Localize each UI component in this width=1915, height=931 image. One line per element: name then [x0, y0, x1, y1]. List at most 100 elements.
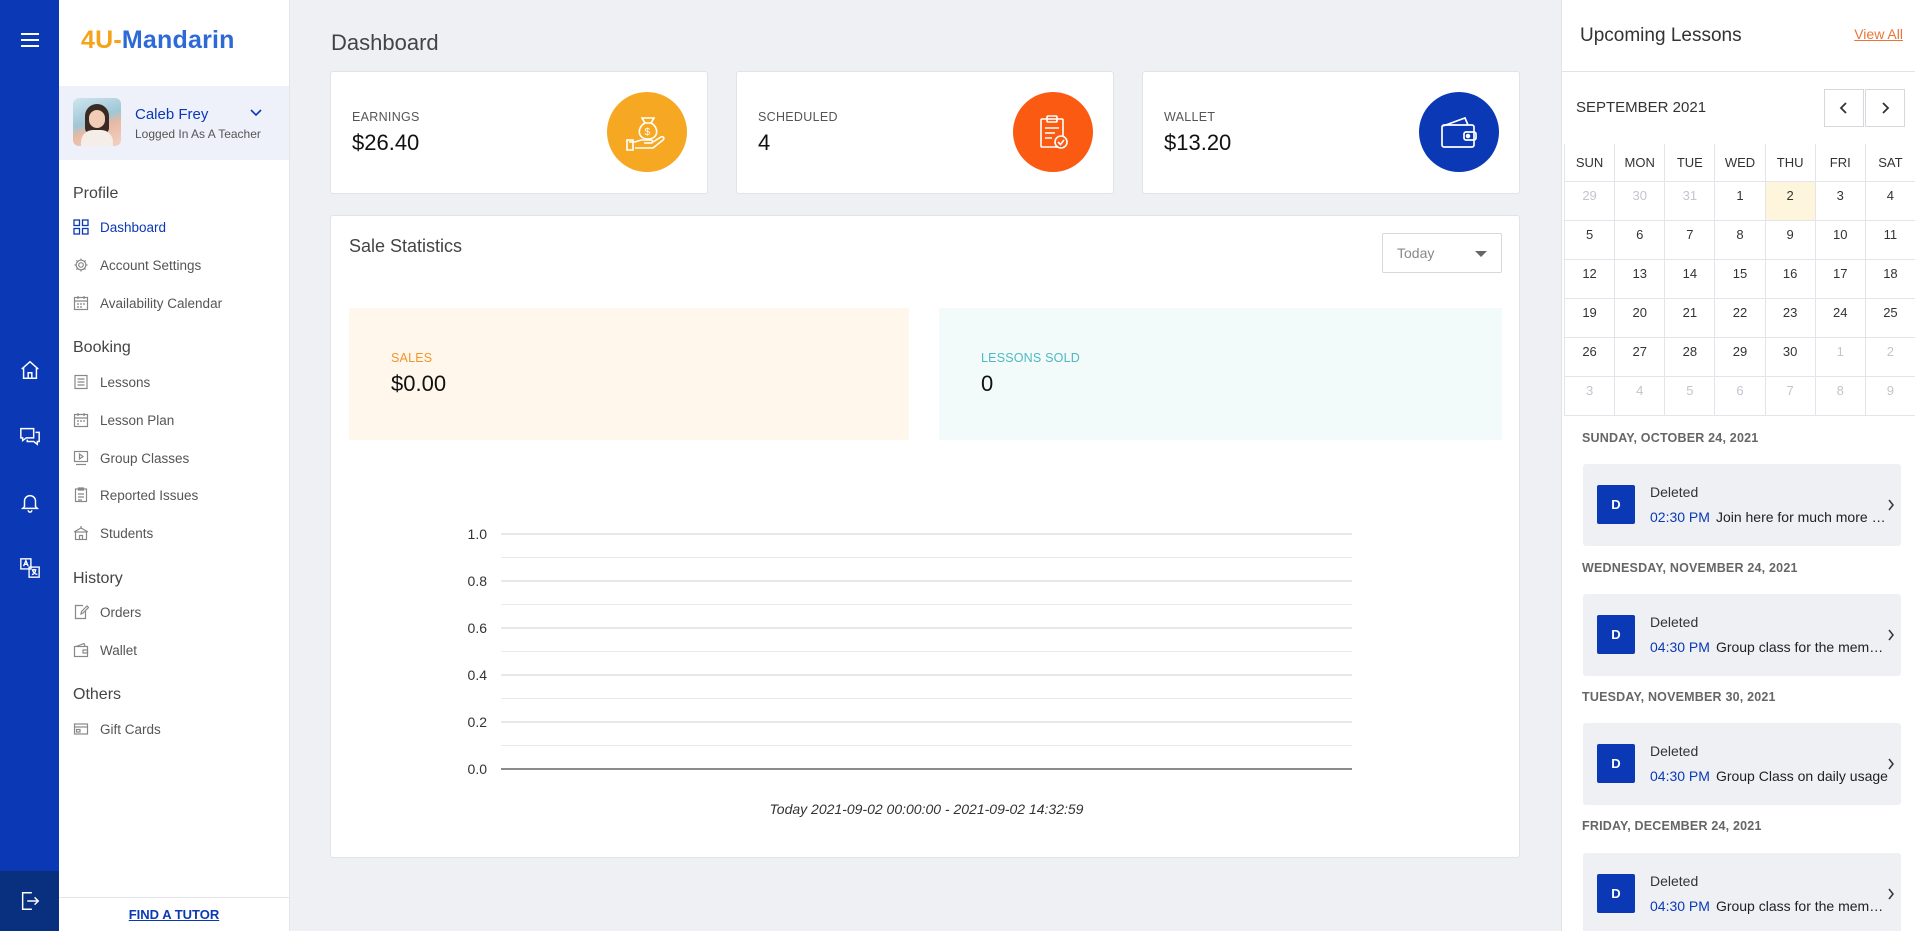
- sidebar-item-label: Wallet: [100, 642, 138, 658]
- chevron-down-icon[interactable]: [249, 108, 263, 118]
- section-others: Others: [73, 686, 122, 703]
- school-icon: [73, 526, 89, 541]
- bell-icon[interactable]: [0, 480, 59, 524]
- user-profile[interactable]: Caleb Frey Logged In As A Teacher: [59, 86, 289, 160]
- y-tick-label: 0.2: [468, 714, 488, 730]
- sidebar-item-lessons[interactable]: Lessons: [73, 374, 150, 390]
- calendar-day[interactable]: 1: [1714, 180, 1766, 221]
- app-logo[interactable]: 4U-Mandarin: [81, 26, 235, 55]
- lesson-time: 04:30 PM: [1650, 898, 1710, 914]
- menu-icon[interactable]: [0, 18, 59, 62]
- calendar-day[interactable]: 11: [1864, 219, 1915, 260]
- icon-rail: [0, 0, 59, 931]
- calendar-day[interactable]: 7: [1764, 375, 1816, 416]
- logout-icon: [21, 892, 39, 910]
- calendar-day[interactable]: 12: [1563, 258, 1616, 299]
- sidebar-item-group-classes[interactable]: Group Classes: [73, 450, 189, 466]
- sidebar-item-account-settings[interactable]: Account Settings: [73, 257, 201, 273]
- sidebar-item-availability-calendar[interactable]: Availability Calendar: [73, 295, 222, 311]
- home-icon[interactable]: [0, 348, 59, 392]
- sidebar-item-dashboard[interactable]: Dashboard: [73, 219, 166, 235]
- calendar-day[interactable]: 6: [1714, 375, 1766, 416]
- calendar-month: SEPTEMBER 2021: [1576, 99, 1707, 116]
- calendar-day[interactable]: 26: [1563, 336, 1616, 377]
- sidebar-item-label: Gift Cards: [100, 721, 161, 737]
- calendar-day[interactable]: 30: [1614, 180, 1666, 221]
- lesson-item[interactable]: D Deleted 02:30 PM Join here for much mor…: [1583, 464, 1901, 546]
- calendar-day[interactable]: 5: [1664, 375, 1716, 416]
- calendar-day[interactable]: 13: [1614, 258, 1666, 299]
- lesson-status: Deleted: [1650, 743, 1699, 759]
- calendar-day[interactable]: 1: [1814, 336, 1866, 377]
- calendar-day[interactable]: 18: [1864, 258, 1915, 299]
- scheduled-value: 4: [758, 130, 771, 155]
- calendar-day[interactable]: 25: [1864, 297, 1915, 338]
- weekday-header: TUE: [1664, 144, 1716, 182]
- calendar-day[interactable]: 16: [1764, 258, 1816, 299]
- calendar-day[interactable]: 3: [1563, 375, 1616, 416]
- sidebar-item-wallet[interactable]: Wallet: [73, 642, 137, 658]
- sidebar-item-label: Lessons: [100, 374, 151, 390]
- y-tick-label: 0.4: [468, 667, 488, 683]
- calendar-day[interactable]: 9: [1864, 375, 1915, 416]
- sidebar-item-label: Orders: [100, 604, 142, 620]
- svg-text:$: $: [645, 127, 651, 138]
- lesson-name: Group class for the members: [1715, 639, 1888, 655]
- next-month-button[interactable]: [1865, 89, 1905, 127]
- calendar-day[interactable]: 3: [1814, 180, 1866, 221]
- calendar-day[interactable]: 29: [1563, 180, 1616, 221]
- find-a-tutor-link[interactable]: FIND A TUTOR: [59, 897, 289, 931]
- lesson-item[interactable]: D Deleted 04:30 PM Group class for the me…: [1583, 594, 1901, 676]
- sidebar-item-label: Students: [100, 525, 154, 541]
- calendar-day[interactable]: 6: [1614, 219, 1666, 260]
- view-all-link[interactable]: View All: [1854, 26, 1903, 42]
- sidebar-item-orders[interactable]: Orders: [73, 604, 141, 620]
- calendar-day[interactable]: 22: [1714, 297, 1766, 338]
- calendar-day[interactable]: 8: [1814, 375, 1866, 416]
- calendar-day[interactable]: 20: [1614, 297, 1666, 338]
- calendar-day[interactable]: 21: [1664, 297, 1716, 338]
- calendar-day[interactable]: 8: [1714, 219, 1766, 260]
- calendar-day[interactable]: 17: [1814, 258, 1866, 299]
- calendar-day[interactable]: 9: [1764, 219, 1816, 260]
- sidebar-item-reported-issues[interactable]: Reported Issues: [73, 487, 198, 503]
- calendar-day[interactable]: 5: [1563, 219, 1616, 260]
- calendar-day[interactable]: 30: [1764, 336, 1816, 377]
- lesson-item[interactable]: D Deleted 04:30 PM Group class for the me…: [1583, 853, 1901, 931]
- calendar-day[interactable]: 2: [1764, 180, 1816, 221]
- prev-month-button[interactable]: [1824, 89, 1864, 127]
- sidebar-item-label: Dashboard: [100, 219, 167, 235]
- calendar-icon: [73, 296, 89, 311]
- calendar-day[interactable]: 19: [1563, 297, 1616, 338]
- sidebar-item-gift-cards[interactable]: Gift Cards: [73, 721, 161, 737]
- calendar-day[interactable]: 4: [1614, 375, 1666, 416]
- calendar-day[interactable]: 27: [1614, 336, 1666, 377]
- lesson-time: 04:30 PM: [1650, 639, 1710, 655]
- calendar-day[interactable]: 24: [1814, 297, 1866, 338]
- translate-icon[interactable]: [0, 546, 59, 590]
- earnings-value: $26.40: [352, 130, 420, 155]
- lesson-date: WEDNESDAY, NOVEMBER 24, 2021: [1582, 561, 1798, 575]
- calendar-day[interactable]: 29: [1714, 336, 1766, 377]
- lesson-name: Join here for much more practice: [1715, 509, 1888, 525]
- sidebar: 4U-Mandarin Caleb Frey Logged In As A Te…: [59, 0, 290, 931]
- calendar-day[interactable]: 7: [1664, 219, 1716, 260]
- calendar-day[interactable]: 15: [1714, 258, 1766, 299]
- sidebar-item-students[interactable]: Students: [73, 525, 153, 541]
- lesson-item[interactable]: D Deleted 04:30 PM Group Class on daily u…: [1583, 723, 1901, 805]
- calendar-day[interactable]: 10: [1814, 219, 1866, 260]
- lesson-date: FRIDAY, DECEMBER 24, 2021: [1582, 819, 1762, 833]
- calendar-day[interactable]: 4: [1864, 180, 1915, 221]
- chevron-right-icon: [1888, 888, 1894, 900]
- calendar-day[interactable]: 23: [1764, 297, 1816, 338]
- calendar-day[interactable]: 2: [1864, 336, 1915, 377]
- logout-button[interactable]: [0, 871, 59, 931]
- scheduled-card: SCHEDULED 4: [736, 71, 1114, 194]
- calendar-day[interactable]: 31: [1664, 180, 1716, 221]
- chat-icon[interactable]: [0, 414, 59, 458]
- calendar-day[interactable]: 14: [1664, 258, 1716, 299]
- sidebar-item-lesson-plan[interactable]: Lesson Plan: [73, 412, 174, 428]
- lesson-info: 04:30 PM Group Class on daily usage: [1650, 768, 1888, 784]
- calendar-day[interactable]: 28: [1664, 336, 1716, 377]
- chevron-right-icon: [1888, 499, 1894, 511]
